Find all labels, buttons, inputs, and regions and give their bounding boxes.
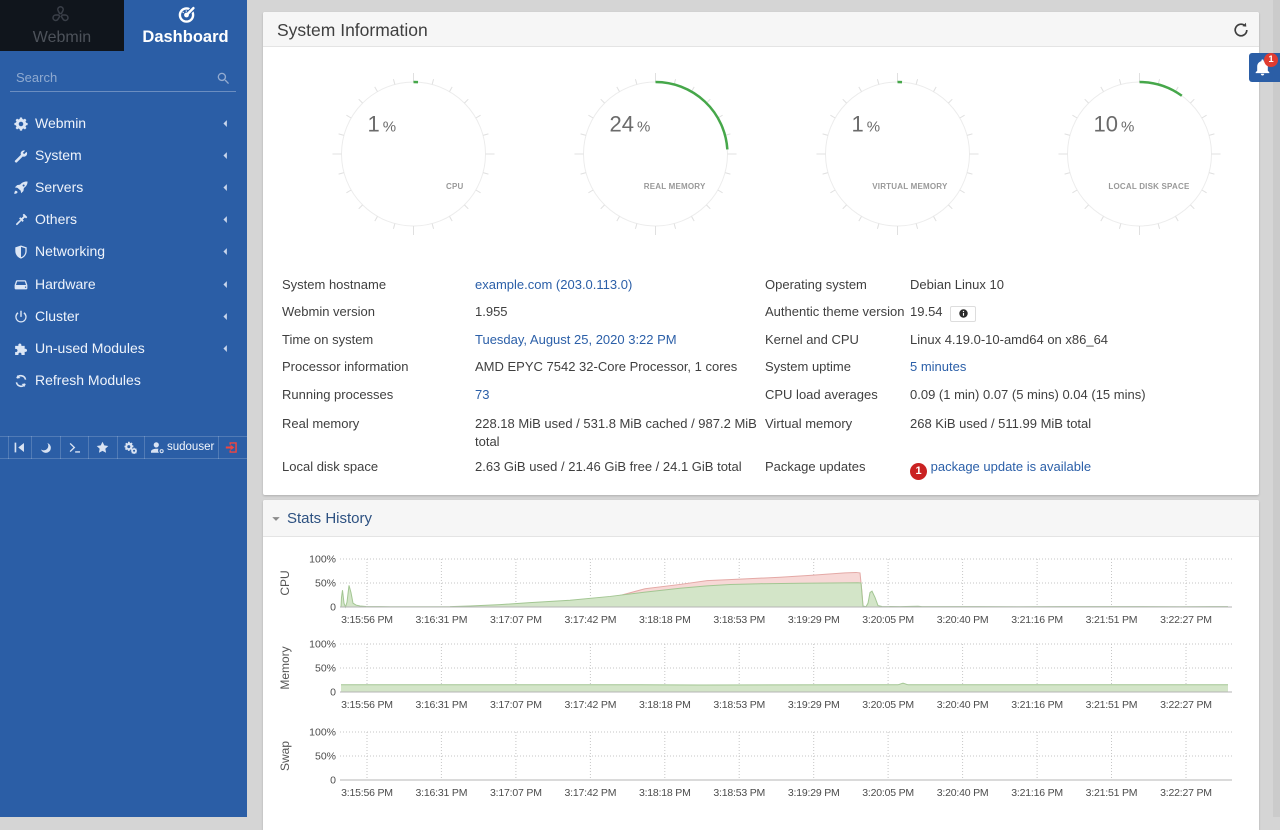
svg-text:3:15:56 PM: 3:15:56 PM [341, 787, 393, 799]
svg-text:0: 0 [330, 687, 336, 699]
svg-text:3:15:56 PM: 3:15:56 PM [341, 614, 393, 626]
svg-text:3:17:42 PM: 3:17:42 PM [565, 699, 617, 711]
svg-text:3:20:40 PM: 3:20:40 PM [937, 614, 989, 626]
svg-text:3:19:29 PM: 3:19:29 PM [788, 614, 840, 626]
svg-text:3:21:16 PM: 3:21:16 PM [1011, 614, 1063, 626]
svg-text:3:21:16 PM: 3:21:16 PM [1011, 699, 1063, 711]
svg-text:0: 0 [330, 602, 336, 614]
svg-text:3:16:31 PM: 3:16:31 PM [416, 614, 468, 626]
svg-text:VIRTUAL MEMORY: VIRTUAL MEMORY [872, 182, 948, 191]
svg-text:3:22:27 PM: 3:22:27 PM [1160, 699, 1212, 711]
svg-text:3:16:31 PM: 3:16:31 PM [416, 787, 468, 799]
svg-text:CPU: CPU [278, 570, 292, 595]
svg-text:50%: 50% [315, 663, 336, 675]
svg-text:3:18:18 PM: 3:18:18 PM [639, 787, 691, 799]
svg-text:3:18:18 PM: 3:18:18 PM [639, 614, 691, 626]
svg-text:3:19:29 PM: 3:19:29 PM [788, 699, 840, 711]
svg-text:100%: 100% [309, 554, 336, 566]
svg-text:100%: 100% [309, 727, 336, 739]
svg-text:3:19:29 PM: 3:19:29 PM [788, 787, 840, 799]
svg-text:3:17:07 PM: 3:17:07 PM [490, 787, 542, 799]
svg-text:3:21:16 PM: 3:21:16 PM [1011, 787, 1063, 799]
svg-text:3:18:53 PM: 3:18:53 PM [713, 787, 765, 799]
svg-text:3:17:42 PM: 3:17:42 PM [565, 614, 617, 626]
svg-text:3:22:27 PM: 3:22:27 PM [1160, 614, 1212, 626]
svg-text:50%: 50% [315, 751, 336, 763]
svg-text:3:17:42 PM: 3:17:42 PM [565, 787, 617, 799]
svg-text:3:18:53 PM: 3:18:53 PM [713, 699, 765, 711]
svg-text:0: 0 [330, 775, 336, 787]
svg-text:3:20:05 PM: 3:20:05 PM [862, 699, 914, 711]
svg-text:3:20:05 PM: 3:20:05 PM [862, 787, 914, 799]
svg-text:3:20:40 PM: 3:20:40 PM [937, 699, 989, 711]
svg-text:3:21:51 PM: 3:21:51 PM [1086, 699, 1138, 711]
svg-text:REAL MEMORY: REAL MEMORY [644, 182, 706, 191]
svg-text:3:21:51 PM: 3:21:51 PM [1086, 614, 1138, 626]
svg-text:Swap: Swap [278, 741, 292, 771]
svg-text:CPU: CPU [446, 182, 464, 191]
svg-text:3:18:53 PM: 3:18:53 PM [713, 614, 765, 626]
svg-text:3:20:40 PM: 3:20:40 PM [937, 787, 989, 799]
svg-text:3:20:05 PM: 3:20:05 PM [862, 614, 914, 626]
svg-text:3:16:31 PM: 3:16:31 PM [416, 699, 468, 711]
svg-text:100%: 100% [309, 639, 336, 651]
svg-text:Memory: Memory [278, 646, 292, 689]
svg-text:3:21:51 PM: 3:21:51 PM [1086, 787, 1138, 799]
svg-text:3:17:07 PM: 3:17:07 PM [490, 699, 542, 711]
svg-text:3:15:56 PM: 3:15:56 PM [341, 699, 393, 711]
svg-text:3:17:07 PM: 3:17:07 PM [490, 614, 542, 626]
svg-text:3:18:18 PM: 3:18:18 PM [639, 699, 691, 711]
svg-text:50%: 50% [315, 578, 336, 590]
svg-text:LOCAL DISK SPACE: LOCAL DISK SPACE [1108, 182, 1190, 191]
svg-text:3:22:27 PM: 3:22:27 PM [1160, 787, 1212, 799]
